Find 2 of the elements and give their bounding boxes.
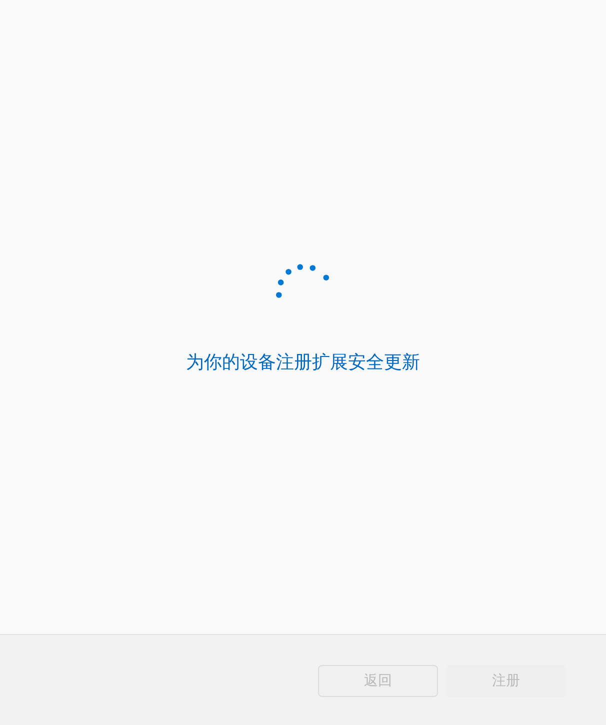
loading-spinner-icon	[276, 264, 330, 298]
status-message: 为你的设备注册扩展安全更新	[186, 351, 420, 374]
